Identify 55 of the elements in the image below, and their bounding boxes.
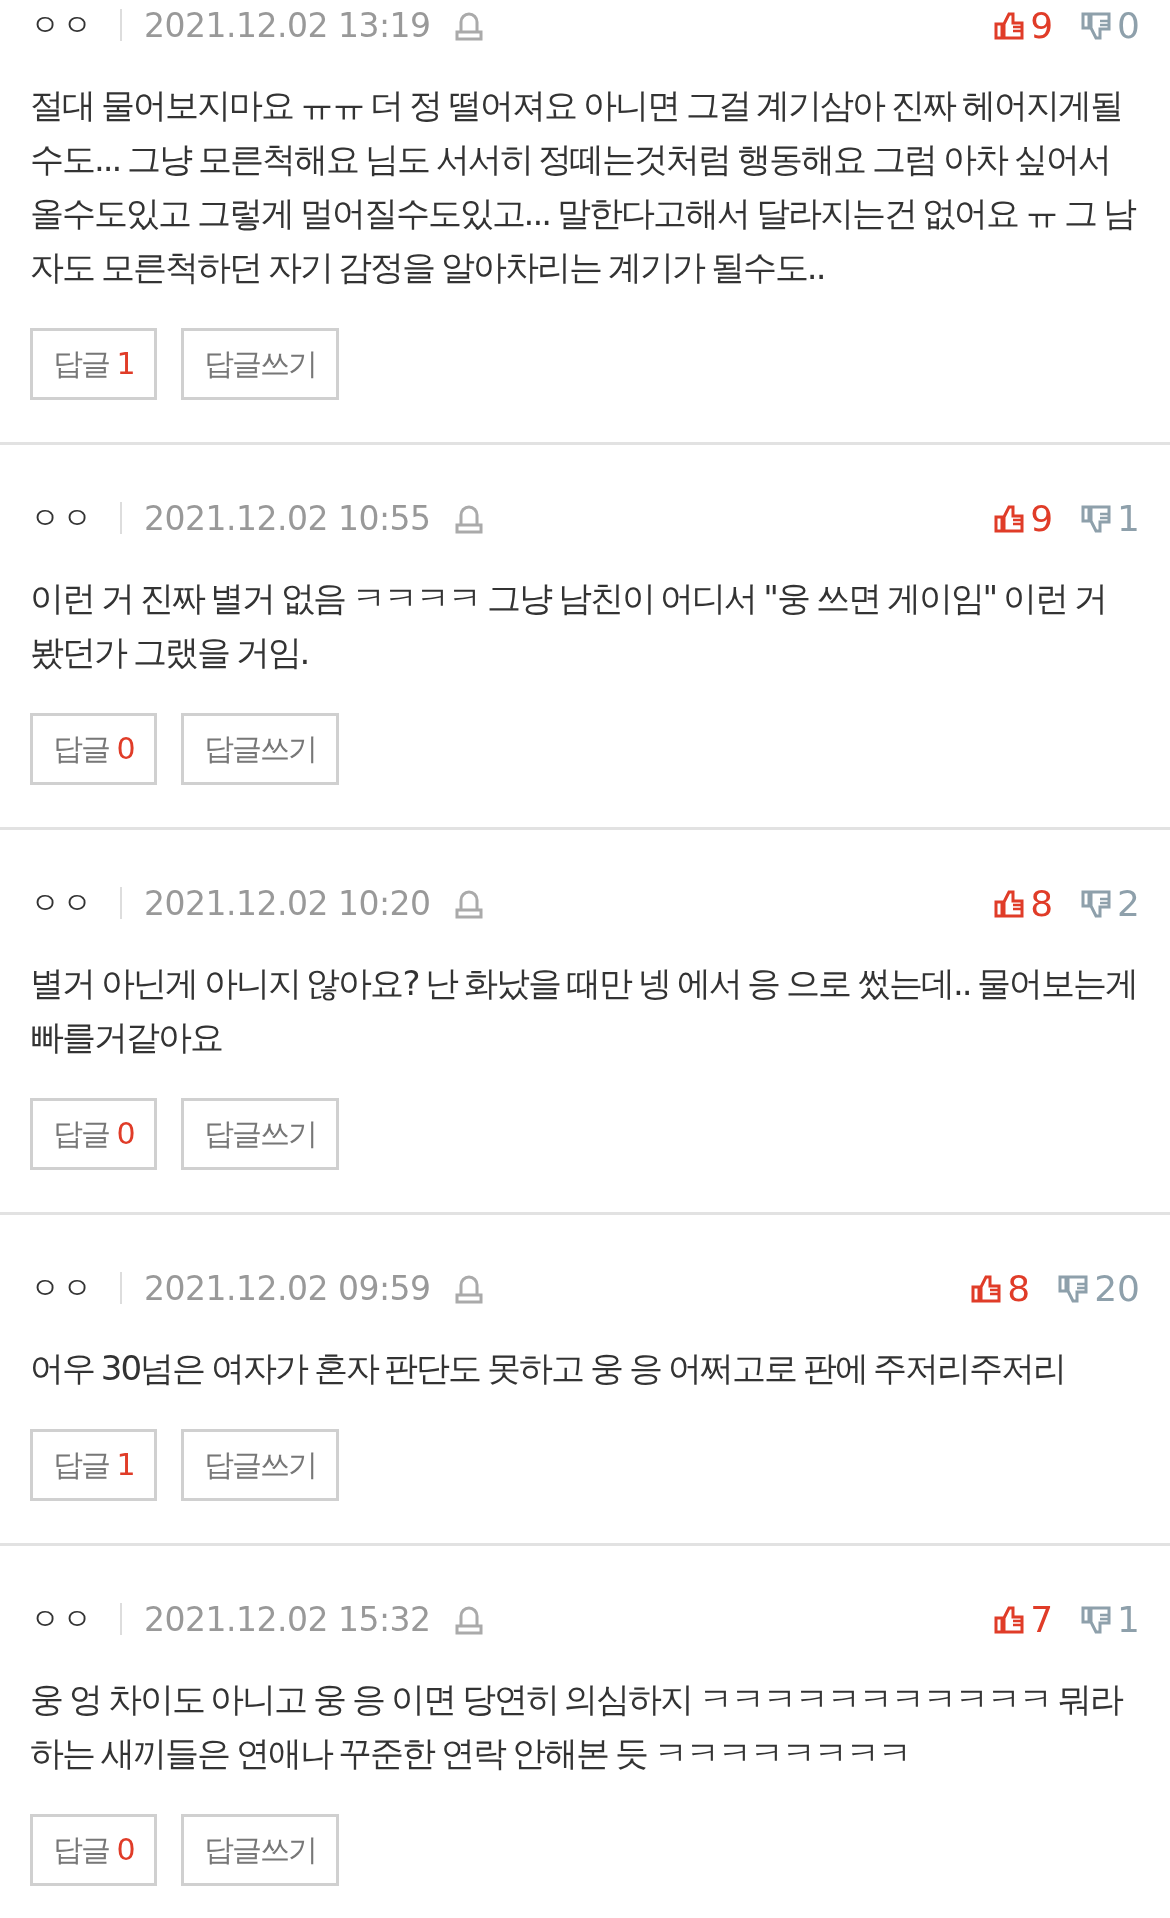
like-button[interactable]: 8	[971, 1267, 1031, 1309]
replies-button[interactable]: 답글 1	[30, 1429, 157, 1501]
like-button[interactable]: 8	[994, 882, 1054, 924]
comment-date: 2021.12.02 13:19	[144, 5, 431, 45]
thumbs-up-icon	[994, 503, 1025, 533]
author-name: ㅇㅇ	[30, 498, 94, 537]
comment-text: 웅 엉 차이도 아니고 웅 응 이면 당연히 의심하지 ㅋㅋㅋㅋㅋㅋㅋㅋㅋㅋㅋ 뭐라하는 새끼들은 연애나 꾸준한 연락 안해본 듯 ㅋㅋㅋㅋㅋㅋㅋㅋ	[30, 1678, 1124, 1775]
thumbs-up-icon	[994, 10, 1025, 40]
replies-button[interactable]: 답글 0	[30, 713, 157, 785]
dislike-button[interactable]: 2	[1081, 882, 1140, 924]
comment-date: 2021.12.02 10:55	[144, 498, 431, 538]
thumbs-up-icon	[971, 1273, 1002, 1303]
like-button[interactable]: 9	[994, 4, 1054, 46]
comment-text: 절대 물어보지마요 ㅠㅠ 더 정 떨어져요 아니면 그걸 계기삼아 진짜 헤어지게될수도... 그냥 모른척해요 님도 서서히 정떼는것처럼 행동해요 그럼 아차 싶어서 올수도있고 그렇게 멀어질수도있고... 말한다고해서 달라지는건 없어요 ㅠ 그 남자도 모른척하던 자기 감정을 알아차리는 계기가 될수도..	[30, 84, 1137, 289]
like-count: 9	[1030, 4, 1054, 46]
dislike-button[interactable]: 20	[1058, 1267, 1140, 1309]
write-reply-button[interactable]: 답글쓰기	[180, 1098, 339, 1170]
comment-text: 어우 30넘은 여자가 혼자 판단도 못하고 웅 응 어쩌고로 판에 주저리주저리	[30, 1347, 1067, 1390]
dislike-count: 1	[1117, 497, 1140, 539]
like-count: 8	[1030, 882, 1054, 924]
replies-button[interactable]: 답글 1	[30, 328, 157, 400]
replies-button[interactable]: 답글 0	[30, 1098, 157, 1170]
thumbs-down-icon	[1081, 10, 1112, 40]
author-name: ㅇㅇ	[30, 1268, 94, 1307]
thumbs-up-icon	[994, 1604, 1025, 1634]
dislike-count: 20	[1094, 1267, 1140, 1309]
comment-text: 이런 거 진짜 별거 없음 ㅋㅋㅋㅋ 그냥 남친이 어디서 "웅 쓰면 게이임" 이런 거 봤던가 그랬을 거임.	[30, 577, 1107, 674]
thumbs-down-icon	[1058, 1273, 1089, 1303]
comment-date: 2021.12.02 15:32	[144, 1599, 431, 1639]
thumbs-up-icon	[994, 888, 1025, 918]
comment-date: 2021.12.02 09:59	[144, 1268, 431, 1308]
dislike-button[interactable]: 1	[1081, 1598, 1140, 1640]
write-reply-button[interactable]: 답글쓰기	[180, 1814, 339, 1886]
author-name: ㅇㅇ	[30, 883, 94, 922]
like-count: 9	[1030, 497, 1054, 539]
replies-button[interactable]: 답글 0	[30, 1814, 157, 1886]
like-count: 7	[1030, 1598, 1054, 1640]
thumbs-down-icon	[1081, 888, 1112, 918]
dislike-count: 0	[1117, 4, 1140, 46]
thumbs-down-icon	[1081, 1604, 1112, 1634]
write-reply-button[interactable]: 답글쓰기	[180, 713, 339, 785]
like-button[interactable]: 9	[994, 497, 1054, 539]
dislike-count: 2	[1117, 882, 1140, 924]
like-count: 8	[1007, 1267, 1031, 1309]
comment-date: 2021.12.02 10:20	[144, 883, 431, 923]
author-name: ㅇㅇ	[30, 5, 94, 44]
write-reply-button[interactable]: 답글쓰기	[180, 328, 339, 400]
like-button[interactable]: 7	[994, 1598, 1054, 1640]
dislike-button[interactable]: 0	[1081, 4, 1140, 46]
dislike-button[interactable]: 1	[1081, 497, 1140, 539]
thumbs-down-icon	[1081, 503, 1112, 533]
comment-text: 별거 아닌게 아니지 않아요? 난 화났을 때만 넹 에서 응 으로 썼는데.. 물어보는게 빠를거같아요	[30, 962, 1139, 1059]
write-reply-button[interactable]: 답글쓰기	[180, 1429, 339, 1501]
dislike-count: 1	[1117, 1598, 1140, 1640]
author-name: ㅇㅇ	[30, 1599, 94, 1638]
